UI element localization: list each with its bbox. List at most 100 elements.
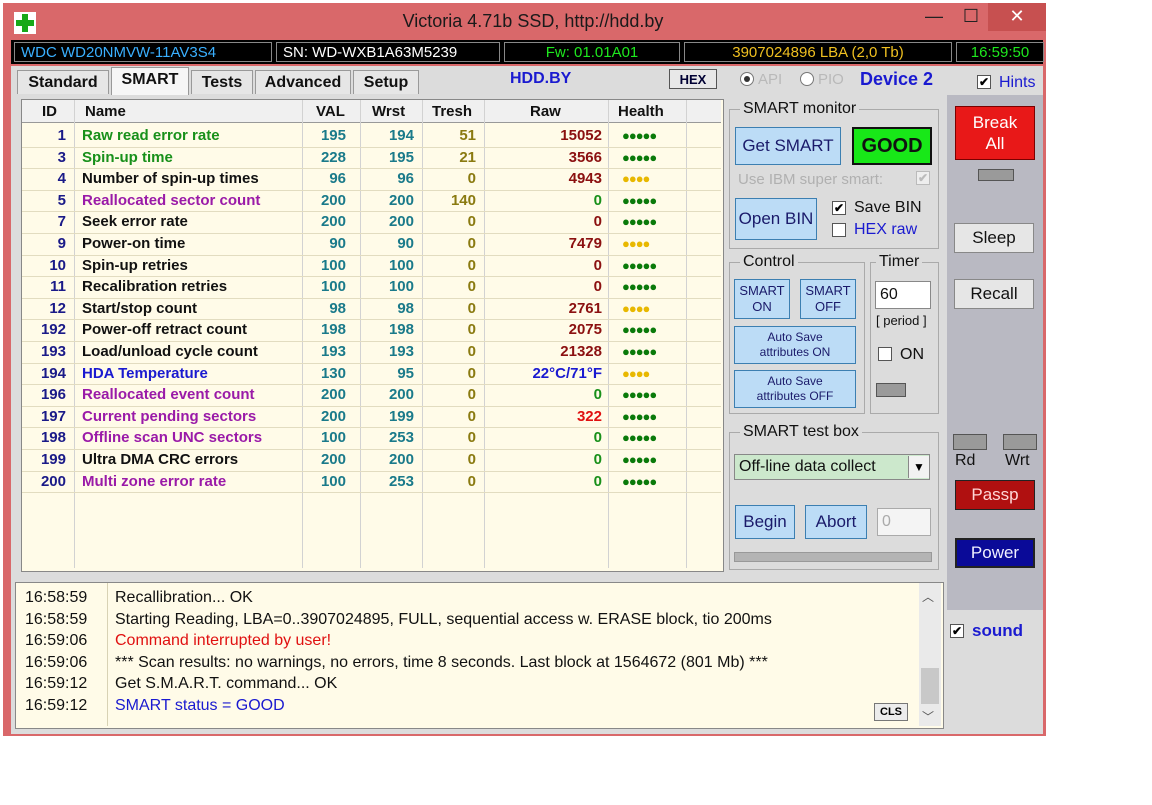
- passp-button[interactable]: Passp: [955, 480, 1035, 510]
- cell-val: 90: [329, 235, 346, 252]
- col-tresh[interactable]: Tresh: [432, 103, 472, 120]
- cell-health: ●●●●●: [622, 214, 657, 230]
- save-bin-label: Save BIN: [854, 199, 922, 216]
- tab-tests[interactable]: Tests: [191, 70, 253, 94]
- cell-val: 100: [320, 278, 346, 296]
- chevron-down-icon[interactable]: ▼: [908, 456, 929, 478]
- open-bin-button[interactable]: Open BIN: [735, 198, 817, 240]
- cell-name: Number of spin-up times: [82, 170, 259, 188]
- column-gridline: [608, 100, 609, 568]
- clear-log-button[interactable]: CLS: [874, 703, 908, 721]
- timer-period-input[interactable]: 60: [875, 281, 931, 309]
- row-gridline: [22, 449, 721, 450]
- cell-id: 200: [40, 472, 66, 490]
- begin-button[interactable]: Begin: [735, 505, 795, 539]
- break-all-label-2: All: [985, 134, 1005, 153]
- timer-title: Timer: [876, 253, 923, 271]
- log-time: 16:58:59: [25, 589, 88, 606]
- smart-off-label-1: SMART: [805, 283, 851, 298]
- auto-save-off-button[interactable]: Auto Save attributes OFF: [734, 370, 856, 408]
- cell-tresh: 0: [467, 321, 476, 339]
- auto-save-on-label-1: Auto Save: [767, 330, 823, 344]
- tab-standard[interactable]: Standard: [17, 70, 109, 94]
- save-bin-checkbox[interactable]: ✔: [832, 201, 846, 215]
- get-smart-button[interactable]: Get SMART: [735, 127, 841, 165]
- cell-name: HDA Temperature: [82, 364, 208, 382]
- tab-setup[interactable]: Setup: [353, 70, 419, 94]
- smart-off-button[interactable]: SMART OFF: [800, 279, 856, 319]
- sound-checkbox[interactable]: ✔: [950, 624, 964, 638]
- read-label: Rd: [955, 452, 976, 469]
- smart-test-select[interactable]: Off-line data collect: [734, 454, 930, 480]
- clock: 16:59:50: [956, 42, 1044, 62]
- row-gridline: [22, 146, 721, 148]
- scroll-up-icon[interactable]: ︿: [922, 588, 934, 605]
- cell-id: 197: [40, 407, 66, 425]
- tab-advanced[interactable]: Advanced: [255, 70, 351, 94]
- scroll-thumb[interactable]: [921, 668, 939, 704]
- hints-label: Hints: [999, 74, 1036, 91]
- cell-val: 96: [329, 170, 346, 188]
- power-button[interactable]: Power: [955, 538, 1035, 568]
- drive-model[interactable]: WDC WD20NMVW-11AV3S4: [14, 42, 272, 62]
- recall-button[interactable]: Recall: [954, 279, 1034, 309]
- cell-health: ●●●●●: [622, 279, 657, 295]
- maximize-button[interactable]: ☐: [954, 3, 988, 31]
- cell-raw: 0: [593, 256, 602, 274]
- cell-name: Offline scan UNC sectors: [82, 429, 263, 447]
- tab-smart[interactable]: SMART: [111, 67, 189, 95]
- ibm-super-smart-checkbox[interactable]: ✔: [916, 171, 930, 185]
- auto-save-off-label-2: attributes OFF: [756, 389, 834, 403]
- break-all-button[interactable]: Break All: [955, 106, 1035, 160]
- cell-health: ●●●●●: [622, 430, 657, 446]
- col-health[interactable]: Health: [618, 103, 664, 120]
- api-radio[interactable]: [740, 72, 754, 86]
- break-all-label-1: Break: [972, 113, 1018, 132]
- abort-button[interactable]: Abort: [805, 505, 867, 539]
- row-gridline: [22, 189, 721, 191]
- device-label[interactable]: Device 2: [860, 69, 933, 90]
- sleep-button[interactable]: Sleep: [954, 223, 1034, 253]
- cell-tresh: 0: [467, 472, 476, 490]
- cell-health: ●●●●●: [622, 344, 657, 359]
- timer-on-checkbox[interactable]: [878, 347, 892, 361]
- auto-save-on-label-2: attributes ON: [759, 345, 831, 359]
- cell-name: Recalibration retries: [82, 278, 228, 296]
- cell-wrst: 200: [388, 191, 414, 209]
- cell-raw: 322: [576, 407, 602, 425]
- col-val[interactable]: VAL: [316, 103, 345, 120]
- hex-button[interactable]: HEX: [669, 69, 717, 89]
- cell-health: ●●●●●: [622, 192, 657, 208]
- col-name[interactable]: Name: [85, 103, 126, 120]
- cell-name: Ultra DMA CRC errors: [82, 451, 239, 468]
- log-message: Starting Reading, LBA=0..3907024895, FUL…: [115, 610, 772, 628]
- close-button[interactable]: ✕: [988, 3, 1046, 31]
- auto-save-off-label-1: Auto Save: [767, 374, 823, 388]
- col-id[interactable]: ID: [42, 103, 57, 120]
- cell-wrst: 96: [397, 170, 414, 188]
- cell-tresh: 51: [459, 127, 476, 144]
- cell-health: ●●●●: [622, 365, 650, 381]
- log-time: 16:59:12: [25, 697, 88, 714]
- hints-checkbox[interactable]: ✔: [977, 75, 991, 89]
- cell-name: Spin-up time: [82, 148, 173, 166]
- title-bar[interactable]: Victoria 4.71b SSD, http://hdd.by — ☐ ✕: [3, 3, 1046, 39]
- hddby-link[interactable]: HDD.BY: [510, 70, 571, 88]
- col-wrst[interactable]: Wrst: [372, 103, 405, 120]
- minimize-button[interactable]: —: [914, 3, 954, 31]
- pio-radio[interactable]: [800, 72, 814, 86]
- scroll-down-icon[interactable]: ﹀: [922, 708, 934, 725]
- column-gridline: [686, 100, 687, 568]
- cell-wrst: 253: [388, 472, 414, 490]
- cell-tresh: 0: [467, 278, 476, 296]
- cell-name: Reallocated sector count: [82, 191, 261, 209]
- col-raw[interactable]: Raw: [530, 103, 561, 120]
- cell-id: 10: [49, 256, 66, 274]
- cell-name: Reallocated event count: [82, 386, 255, 404]
- cell-raw: 21328: [560, 343, 602, 360]
- smart-on-button[interactable]: SMART ON: [734, 279, 790, 319]
- hex-raw-checkbox[interactable]: [832, 223, 846, 237]
- row-gridline: [22, 362, 721, 364]
- auto-save-on-button[interactable]: Auto Save attributes ON: [734, 326, 856, 364]
- log-time: 16:59:06: [25, 632, 88, 650]
